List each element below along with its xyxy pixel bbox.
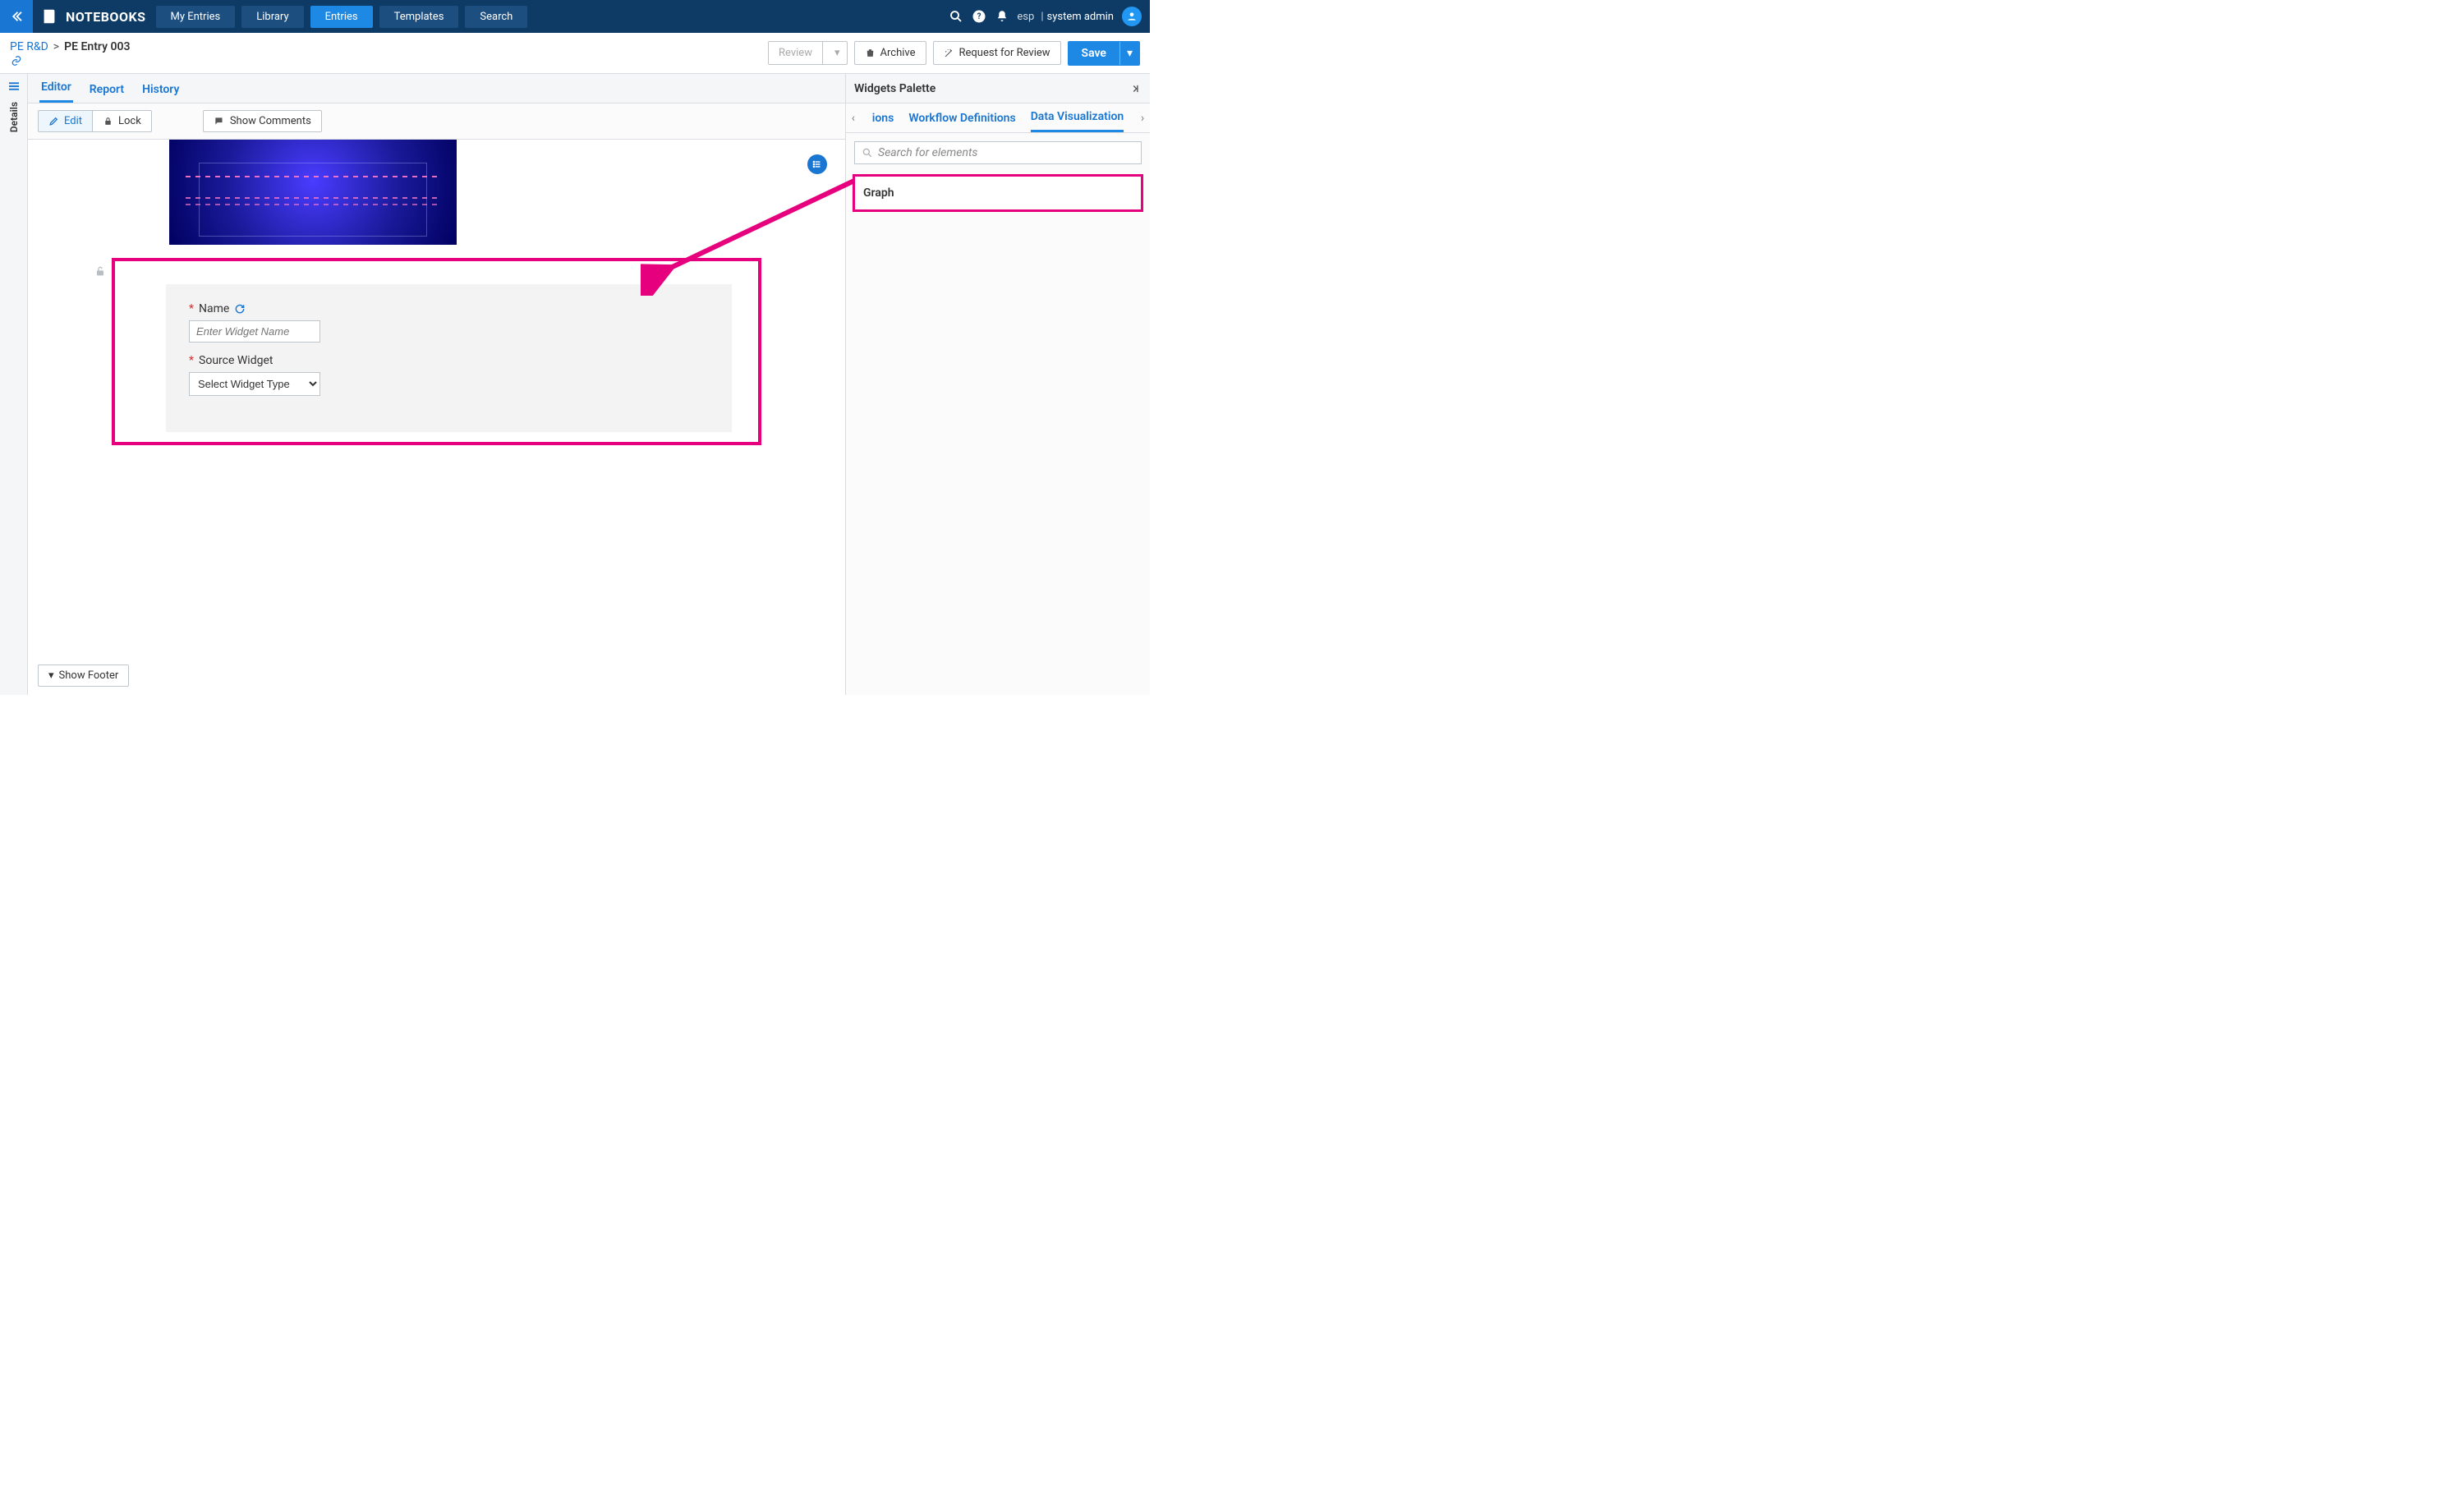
name-refresh[interactable] [234,303,246,315]
collapse-icon [1129,83,1142,94]
archive-label: Archive [880,47,916,59]
palette-tabs-prev[interactable]: ‹ [849,112,857,125]
search-icon [862,147,873,159]
search-icon [949,9,963,24]
nav-templates[interactable]: Templates [379,6,459,28]
palette-header: Widgets Palette [846,74,1150,103]
tab-editor[interactable]: Editor [39,74,73,103]
pencil-icon [48,116,59,126]
svg-text:?: ? [977,12,981,21]
details-rail: Details [0,74,28,695]
edit-button[interactable]: Edit [38,110,92,132]
user-role: system admin [1047,11,1115,23]
show-footer-label: Show Footer [59,669,119,682]
show-comments-label: Show Comments [230,115,311,127]
back-button[interactable] [0,0,33,33]
details-toggle[interactable] [7,79,21,94]
name-label-row: * Name [189,302,246,315]
help-icon-button[interactable]: ? [968,0,991,33]
palette-tab-dataviz[interactable]: Data Visualization [1031,103,1124,132]
sub-header: PE R&D > PE Entry 003 Review ▾ Archive R… [0,33,1150,74]
palette-search-placeholder: Search for elements [878,146,977,159]
name-label: Name [199,302,229,315]
tab-report[interactable]: Report [88,76,126,103]
details-label: Details [8,102,20,132]
required-asterisk: * [189,354,194,367]
bell-icon [995,9,1009,24]
editor-canvas[interactable]: * Name * Source Widget [28,140,845,695]
chevron-left-icon [9,9,24,24]
edit-lock-group: Edit Lock [38,110,152,132]
breadcrumb: PE R&D > PE Entry 003 [10,40,131,53]
save-label: Save [1069,42,1119,65]
notifications-icon-button[interactable] [991,0,1014,33]
lock-label: Lock [118,115,141,127]
user-sep: | [1041,11,1043,23]
help-icon: ? [972,9,986,24]
person-icon [1126,11,1138,22]
permalink-button[interactable] [10,55,131,67]
source-widget-select[interactable]: Select Widget Type [189,372,320,396]
save-button[interactable]: Save ▾ [1068,41,1140,66]
palette-title: Widgets Palette [854,82,935,95]
archive-button[interactable]: Archive [854,41,926,65]
notebook-icon [40,7,58,25]
content-menu-fab[interactable] [807,154,827,174]
list-icon [811,159,823,170]
save-caret[interactable]: ▾ [1119,42,1139,65]
request-review-button[interactable]: Request for Review [933,41,1061,65]
trash-icon [865,48,876,58]
widgets-palette: Widgets Palette ‹ ions Workflow Definiti… [846,74,1150,695]
breadcrumb-current: PE Entry 003 [64,40,130,53]
menu-icon [7,79,21,94]
editor-toolbar: Edit Lock Show Comments [28,103,845,140]
tab-history[interactable]: History [140,76,181,103]
show-footer-button[interactable]: ▾ Show Footer [38,665,129,687]
app-header: NOTEBOOKS My Entries Library Entries Tem… [0,0,1150,33]
nav-my-entries[interactable]: My Entries [156,6,236,28]
search-icon-button[interactable] [945,0,968,33]
edit-label: Edit [64,115,82,127]
breadcrumb-sep: > [53,40,59,53]
widget-name-input[interactable] [189,320,320,343]
required-asterisk: * [189,302,194,315]
review-caret[interactable]: ▾ [828,42,847,64]
main-column: Editor Report History Edit Lock Show Com… [28,74,846,695]
nav-library[interactable]: Library [241,6,303,28]
graph-widget-dropzone[interactable]: * Name * Source Widget [112,258,761,445]
user-avatar[interactable] [1122,7,1142,26]
comments-icon [214,116,225,127]
gel-image [169,140,457,245]
source-label: Source Widget [199,354,273,367]
request-review-label: Request for Review [959,47,1050,59]
review-label: Review [769,42,823,64]
palette-tab-workflow[interactable]: Workflow Definitions [908,105,1015,131]
graph-widget-form: * Name * Source Widget [166,284,732,432]
palette-tabs-next[interactable]: › [1138,112,1147,125]
refresh-icon [234,303,246,315]
source-label-row: * Source Widget [189,354,273,367]
nav-entries[interactable]: Entries [310,6,373,28]
app-title: NOTEBOOKS [66,9,146,25]
lock-button[interactable]: Lock [92,110,152,132]
lock-icon [103,116,113,126]
unlock-icon [94,264,107,278]
link-icon [10,55,23,67]
review-button[interactable]: Review ▾ [768,41,847,65]
breadcrumb-parent-link[interactable]: PE R&D [10,40,48,53]
user-short: esp [1017,11,1034,23]
palette-tabs: ‹ ions Workflow Definitions Data Visuali… [846,103,1150,133]
caret-down-icon: ▾ [48,669,54,682]
palette-item-graph[interactable]: Graph [853,174,1143,212]
wand-icon [944,48,954,58]
palette-search[interactable]: Search for elements [854,141,1142,164]
nav-search[interactable]: Search [465,6,527,28]
app-icon [33,0,66,33]
palette-collapse[interactable] [1129,83,1142,94]
main-tabs: Editor Report History [28,74,845,103]
palette-tab-overflow[interactable]: ions [872,112,894,125]
show-comments-button[interactable]: Show Comments [203,110,322,132]
